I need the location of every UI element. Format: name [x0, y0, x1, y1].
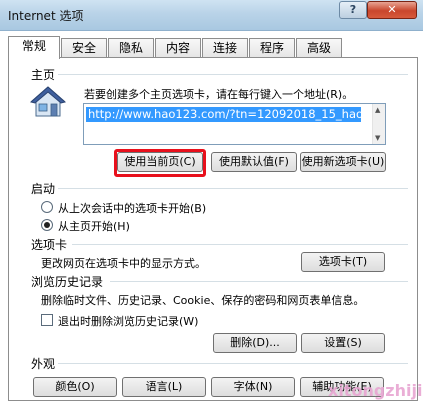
home-url-text: http://www.hao123.com/?tn=12092018_15_ha… [86, 107, 361, 122]
use-default-button[interactable]: 使用默认值(F) [211, 152, 297, 172]
history-settings-button[interactable]: 设置(S) [301, 333, 385, 353]
url-scrollbar[interactable]: ▲ ▼ [372, 104, 385, 144]
tabs-description: 更改网页在选项卡中的显示方式。 [41, 257, 206, 270]
history-divider [110, 281, 408, 282]
history-description: 删除临时文件、历史记录、Cookie、保存的密码和网页表单信息。 [41, 294, 365, 307]
appearance-heading: 外观 [31, 357, 56, 371]
startup-divider [58, 188, 408, 189]
tab-privacy[interactable]: 隐私 [108, 38, 154, 58]
watermark-text: xitongzhijia [328, 381, 423, 400]
tab-connections[interactable]: 连接 [202, 38, 248, 58]
highlight-box [114, 149, 206, 177]
home-divider [58, 74, 408, 75]
tab-content[interactable]: 内容 [155, 38, 201, 58]
window-title: Internet 选项 [8, 9, 84, 23]
home-icon [30, 86, 66, 117]
history-heading: 浏览历史记录 [31, 275, 104, 289]
startup-last-session-label: 从上次会话中的选项卡开始(B) [58, 202, 207, 215]
close-button[interactable]: ✕ [367, 1, 417, 19]
delete-on-exit-checkbox[interactable] [41, 314, 53, 326]
startup-home-radio[interactable] [41, 219, 53, 231]
title-bar: Internet 选项 ? ✕ [0, 0, 423, 31]
delete-history-button[interactable]: 删除(D)... [213, 333, 297, 353]
colors-button[interactable]: 颜色(O) [33, 377, 117, 397]
tab-programs[interactable]: 程序 [249, 38, 295, 58]
tabs-settings-button[interactable]: 选项卡(T) [301, 252, 385, 272]
startup-heading: 启动 [31, 182, 56, 196]
tab-general[interactable]: 常规 [8, 36, 60, 59]
tabs-heading: 选项卡 [31, 238, 68, 252]
scroll-up-icon[interactable]: ▲ [375, 106, 380, 114]
delete-on-exit-label: 退出时删除浏览历史记录(W) [58, 315, 199, 328]
help-button[interactable]: ? [339, 1, 367, 19]
use-new-tab-button[interactable]: 使用新选项卡(U) [300, 152, 386, 172]
scroll-down-icon[interactable]: ▼ [375, 134, 380, 142]
appearance-divider [58, 363, 408, 364]
languages-button[interactable]: 语言(L) [122, 377, 206, 397]
tab-security[interactable]: 安全 [61, 38, 107, 58]
home-instruction: 若要创建多个主页选项卡，请在每行键入一个地址(R)。 [84, 88, 354, 101]
tab-strip: 常规 安全 隐私 内容 连接 程序 高级 [8, 36, 418, 59]
tab-advanced[interactable]: 高级 [296, 38, 342, 58]
startup-home-label: 从主页开始(H) [58, 220, 130, 233]
startup-last-session-radio[interactable] [41, 201, 53, 213]
home-heading: 主页 [31, 68, 56, 82]
home-url-textarea[interactable]: http://www.hao123.com/?tn=12092018_15_ha… [83, 103, 386, 145]
tabs-divider [72, 244, 408, 245]
fonts-button[interactable]: 字体(N) [211, 377, 295, 397]
